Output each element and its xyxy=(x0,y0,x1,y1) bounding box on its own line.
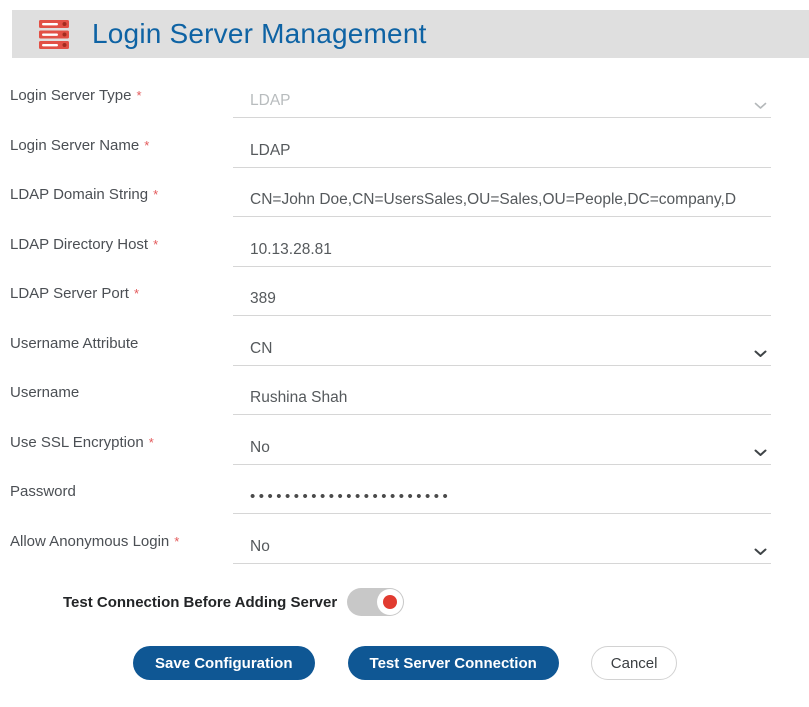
form-row-use-ssl-encryption: Use SSL Encryption* No xyxy=(0,427,809,477)
form-row-password: Password ••••••••••••••••••••••• xyxy=(0,476,809,526)
select-value: No xyxy=(250,538,270,555)
chevron-down-icon xyxy=(754,543,767,561)
required-marker: * xyxy=(174,534,179,549)
form-row-ldap-directory-host: LDAP Directory Host* 10.13.28.81 xyxy=(0,229,809,279)
field-label: LDAP Domain String* xyxy=(0,179,233,229)
toggle-red-dot xyxy=(383,595,397,609)
required-marker: * xyxy=(134,286,139,301)
form-row-username-attribute: Username Attribute CN xyxy=(0,328,809,378)
chevron-down-icon xyxy=(754,444,767,462)
form-row-allow-anonymous-login: Allow Anonymous Login* No xyxy=(0,526,809,576)
username-attribute-select[interactable]: CN xyxy=(233,328,771,366)
select-value: No xyxy=(250,439,270,456)
required-marker: * xyxy=(144,138,149,153)
toggle-label: Test Connection Before Adding Server xyxy=(63,594,337,611)
allow-anonymous-login-select[interactable]: No xyxy=(233,526,771,564)
input-value: Rushina Shah xyxy=(250,389,347,406)
required-marker: * xyxy=(153,187,158,202)
input-value: 10.13.28.81 xyxy=(250,241,332,258)
field-label: Username xyxy=(0,377,233,427)
password-input[interactable]: ••••••••••••••••••••••• xyxy=(233,476,771,514)
test-connection-toggle[interactable] xyxy=(347,588,404,616)
form-row-username: Username Rushina Shah xyxy=(0,377,809,427)
field-label: Username Attribute xyxy=(0,328,233,378)
input-value: CN=John Doe,CN=UsersSales,OU=Sales,OU=Pe… xyxy=(250,191,736,208)
page-header: Login Server Management xyxy=(12,10,809,58)
required-marker: * xyxy=(136,88,141,103)
ldap-server-port-input[interactable]: 389 xyxy=(233,278,771,316)
field-label: Password xyxy=(0,476,233,526)
chevron-down-icon xyxy=(754,345,767,363)
server-rack-icon xyxy=(38,18,70,50)
required-marker: * xyxy=(149,435,154,450)
field-label: Use SSL Encryption* xyxy=(0,427,233,477)
form-row-login-server-type: Login Server Type* LDAP xyxy=(0,80,809,130)
action-buttons: Save Configuration Test Server Connectio… xyxy=(133,646,677,680)
input-value: LDAP xyxy=(250,142,291,159)
field-label: Login Server Type* xyxy=(0,80,233,130)
chevron-down-icon xyxy=(754,97,767,115)
field-label: LDAP Directory Host* xyxy=(0,229,233,279)
login-server-type-select[interactable]: LDAP xyxy=(233,80,771,118)
select-value: CN xyxy=(250,340,272,357)
username-input[interactable]: Rushina Shah xyxy=(233,377,771,415)
save-configuration-button[interactable]: Save Configuration xyxy=(133,646,315,680)
login-server-name-input[interactable]: LDAP xyxy=(233,130,771,168)
toggle-knob xyxy=(377,589,403,615)
page-title: Login Server Management xyxy=(92,18,427,50)
test-server-connection-button[interactable]: Test Server Connection xyxy=(348,646,559,680)
field-label: LDAP Server Port* xyxy=(0,278,233,328)
use-ssl-encryption-select[interactable]: No xyxy=(233,427,771,465)
field-label: Login Server Name* xyxy=(0,130,233,180)
required-marker: * xyxy=(153,237,158,252)
ldap-domain-string-input[interactable]: CN=John Doe,CN=UsersSales,OU=Sales,OU=Pe… xyxy=(233,179,771,217)
form-row-login-server-name: Login Server Name* LDAP xyxy=(0,130,809,180)
masked-password-value: ••••••••••••••••••••••• xyxy=(250,488,451,505)
form-row-ldap-server-port: LDAP Server Port* 389 xyxy=(0,278,809,328)
test-connection-toggle-row: Test Connection Before Adding Server xyxy=(63,588,404,616)
cancel-button[interactable]: Cancel xyxy=(591,646,678,680)
select-value: LDAP xyxy=(250,92,291,109)
field-label: Allow Anonymous Login* xyxy=(0,526,233,576)
ldap-directory-host-input[interactable]: 10.13.28.81 xyxy=(233,229,771,267)
login-server-form: Login Server Type* LDAP Login Server Nam… xyxy=(0,80,809,575)
form-row-ldap-domain-string: LDAP Domain String* CN=John Doe,CN=Users… xyxy=(0,179,809,229)
input-value: 389 xyxy=(250,290,276,307)
